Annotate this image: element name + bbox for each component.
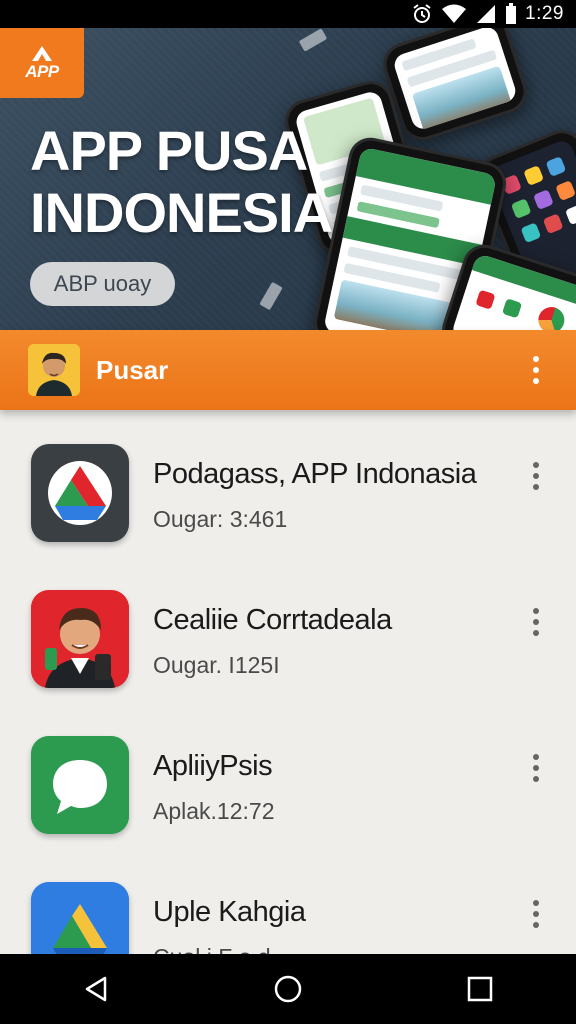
more-options-icon[interactable] <box>524 456 548 496</box>
app-logo: APP <box>0 28 84 98</box>
battery-icon <box>505 3 517 25</box>
logo-mark-icon <box>32 46 52 61</box>
list-item-title: Cealiie Corrtadeala <box>153 604 392 636</box>
more-options-icon[interactable] <box>524 602 548 642</box>
section-more-menu-icon[interactable] <box>524 350 548 390</box>
avatar-icon <box>31 590 129 688</box>
home-icon[interactable] <box>258 959 318 1019</box>
more-options-icon[interactable] <box>524 894 548 934</box>
status-time: 1:29 <box>525 3 564 24</box>
section-avatar[interactable] <box>28 344 80 396</box>
hero-title-line2: INDONESIA <box>30 181 333 244</box>
section-header: Pusar <box>0 330 576 410</box>
hero-banner: APP APP PUSA INDONESIA ABP uoay <box>0 28 576 330</box>
wifi-icon <box>441 4 467 24</box>
alarm-icon <box>411 3 433 25</box>
list-item[interactable]: Podagass, APP Indonasia Ougar: 3:461 <box>0 410 576 556</box>
drive-icon <box>31 882 129 954</box>
more-options-icon[interactable] <box>524 748 548 788</box>
list-item[interactable]: Uple Kahgia Cuol i F o d <box>0 848 576 954</box>
status-bar: 1:29 <box>0 0 576 28</box>
list-item-subtitle: Cuol i F o d <box>153 944 271 954</box>
hero-title: APP PUSA INDONESIA <box>30 119 333 244</box>
decor-clip <box>298 28 328 52</box>
section-title: Pusar <box>96 354 169 385</box>
signal-icon <box>475 4 497 24</box>
screen: 1:29 APP APP PUSA INDONESIA ABP uoay Pus… <box>0 0 576 1024</box>
drive-icon <box>31 444 129 542</box>
list-item-subtitle: Ougar: 3:461 <box>153 506 288 532</box>
hero-cta-button[interactable]: ABP uoay <box>30 262 175 306</box>
list-item-title: Uple Kahgia <box>153 896 306 928</box>
list-item-title: Podagass, APP Indonasia <box>153 458 477 490</box>
back-icon[interactable] <box>66 959 126 1019</box>
list-item-subtitle: Ougar. I125I <box>153 652 280 678</box>
decor-clip <box>259 281 283 311</box>
person-avatar-icon <box>28 344 80 396</box>
list-item-title: ApliiyPsis <box>153 750 273 782</box>
app-list: Podagass, APP Indonasia Ougar: 3:461 Cea… <box>0 410 576 954</box>
hero-title-line1: APP PUSA <box>30 119 308 182</box>
list-item[interactable]: Cealiie Corrtadeala Ougar. I125I <box>0 556 576 702</box>
list-item[interactable]: ApliiyPsis Aplak.12:72 <box>0 702 576 848</box>
list-item-subtitle: Aplak.12:72 <box>153 798 275 824</box>
recents-icon[interactable] <box>450 959 510 1019</box>
navigation-bar <box>0 954 576 1024</box>
chat-bubble-icon <box>31 736 129 834</box>
logo-text: APP <box>25 62 59 81</box>
